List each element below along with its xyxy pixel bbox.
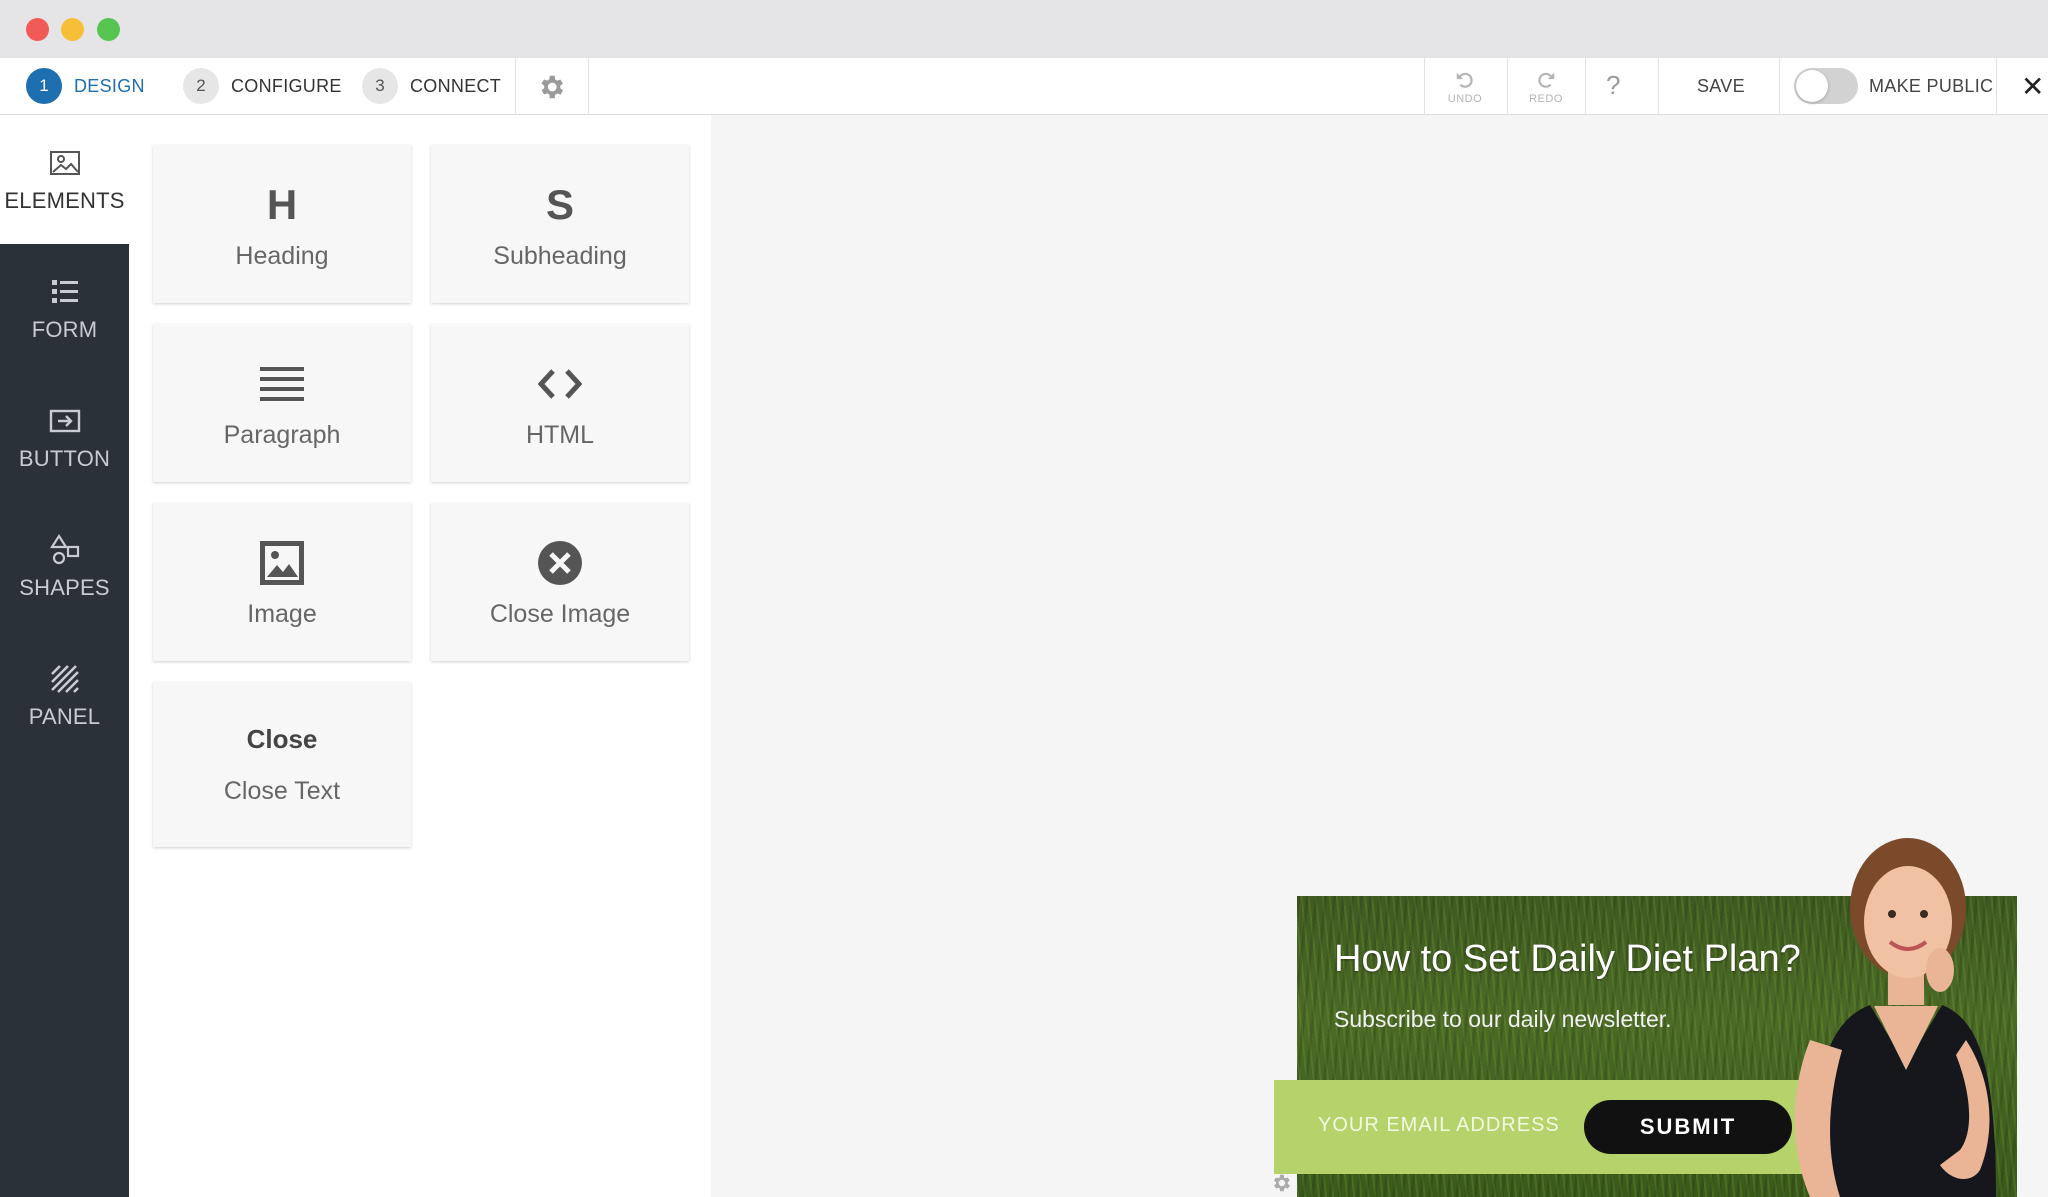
element-card-paragraph[interactable]: Paragraph bbox=[153, 324, 411, 482]
element-card-label: HTML bbox=[525, 420, 595, 449]
sidebar-item-label: FORM bbox=[31, 316, 98, 342]
element-card-image[interactable]: Image bbox=[153, 503, 411, 661]
step-number: 1 bbox=[26, 68, 62, 104]
popup-subtitle[interactable]: Subscribe to our daily newsletter. bbox=[1334, 1006, 1672, 1033]
step-configure[interactable]: 2 CONFIGURE bbox=[183, 68, 342, 104]
redo-button[interactable]: REDO bbox=[1508, 58, 1584, 115]
step-label: CONNECT bbox=[410, 75, 502, 96]
step-connect[interactable]: 3 CONNECT bbox=[362, 68, 501, 104]
step-design[interactable]: 1 DESIGN bbox=[26, 68, 145, 104]
element-card-heading[interactable]: H Heading bbox=[153, 145, 411, 303]
redo-label: REDO bbox=[1529, 92, 1563, 105]
panel-icon bbox=[50, 664, 79, 693]
element-card-close-text[interactable]: Close Close Text bbox=[153, 682, 411, 847]
sidebar-item-label: SHAPES bbox=[19, 574, 110, 600]
code-icon bbox=[538, 357, 582, 411]
element-card-label: Close Image bbox=[489, 599, 631, 628]
image-icon bbox=[49, 150, 80, 175]
divider bbox=[1996, 58, 1997, 115]
image-icon bbox=[258, 536, 306, 590]
element-card-label: Paragraph bbox=[223, 420, 341, 449]
help-button[interactable]: ? bbox=[1606, 70, 1620, 101]
paragraph-icon bbox=[260, 357, 304, 411]
top-toolbar: 1 DESIGN 2 CONFIGURE 3 CONNECT UNDO REDO… bbox=[0, 58, 2048, 115]
element-card-label: Subheading bbox=[493, 241, 627, 270]
button-icon bbox=[49, 409, 80, 432]
sidebar-item-button[interactable]: BUTTON bbox=[0, 373, 129, 502]
divider bbox=[1658, 58, 1659, 115]
sidebar-item-shapes[interactable]: SHAPES bbox=[0, 502, 129, 631]
toggle-knob bbox=[1796, 70, 1828, 102]
step-label: DESIGN bbox=[74, 75, 145, 96]
undo-icon bbox=[1456, 72, 1473, 88]
heading-icon: H bbox=[266, 180, 298, 228]
save-button[interactable]: SAVE bbox=[1697, 76, 1745, 97]
close-circle-icon bbox=[537, 536, 583, 590]
sidebar-item-label: PANEL bbox=[28, 703, 101, 729]
element-card-close-image[interactable]: Close Image bbox=[431, 503, 689, 661]
gear-icon[interactable] bbox=[536, 72, 566, 102]
sidebar: ELEMENTS FORM BUTTON SHAPES PANEL bbox=[0, 115, 129, 1197]
divider bbox=[1585, 58, 1586, 115]
sidebar-item-label: ELEMENTS bbox=[4, 187, 125, 213]
make-public-label: MAKE PUBLIC bbox=[1869, 76, 1994, 96]
redo-icon bbox=[1538, 72, 1555, 88]
elements-panel: H Heading S Subheading Paragraph HTML Im… bbox=[129, 115, 711, 1197]
element-card-label: Heading bbox=[235, 241, 329, 270]
model-photo[interactable] bbox=[1770, 830, 2010, 1197]
email-input[interactable]: YOUR EMAIL ADDRESS bbox=[1318, 1114, 1560, 1137]
divider bbox=[1779, 58, 1780, 115]
close-text-glyph: Close bbox=[246, 723, 318, 754]
element-card-label: Close Text bbox=[223, 776, 341, 805]
popup-title[interactable]: How to Set Daily Diet Plan? bbox=[1334, 938, 1801, 981]
step-number: 2 bbox=[183, 68, 219, 104]
close-icon[interactable]: ✕ bbox=[2021, 70, 2044, 103]
submit-label: SUBMIT bbox=[1639, 1114, 1737, 1139]
element-card-label: Image bbox=[247, 599, 317, 628]
email-form-bar[interactable]: YOUR EMAIL ADDRESS SUBMIT bbox=[1274, 1080, 1822, 1174]
step-number: 3 bbox=[362, 68, 398, 104]
element-card-subheading[interactable]: S Subheading bbox=[431, 145, 689, 303]
window-close-dot[interactable] bbox=[26, 18, 49, 41]
sidebar-item-panel[interactable]: PANEL bbox=[0, 631, 129, 760]
submit-button[interactable]: SUBMIT bbox=[1584, 1100, 1792, 1154]
divider bbox=[515, 58, 516, 115]
sidebar-item-form[interactable]: FORM bbox=[0, 244, 129, 373]
undo-button[interactable]: UNDO bbox=[1425, 58, 1505, 115]
element-card-html[interactable]: HTML bbox=[431, 324, 689, 482]
window-zoom-dot[interactable] bbox=[97, 18, 120, 41]
window-minimize-dot[interactable] bbox=[61, 18, 84, 41]
undo-label: UNDO bbox=[1447, 92, 1483, 105]
sidebar-item-label: BUTTON bbox=[18, 445, 111, 471]
step-label: CONFIGURE bbox=[231, 75, 342, 96]
gear-icon[interactable] bbox=[1270, 1172, 1292, 1194]
list-icon bbox=[51, 279, 78, 303]
window-titlebar bbox=[0, 0, 2048, 58]
sidebar-item-elements[interactable]: ELEMENTS bbox=[0, 115, 129, 244]
divider bbox=[588, 58, 589, 115]
subheading-icon: S bbox=[545, 180, 574, 228]
make-public-toggle[interactable] bbox=[1794, 68, 1858, 104]
shapes-icon bbox=[49, 533, 79, 564]
